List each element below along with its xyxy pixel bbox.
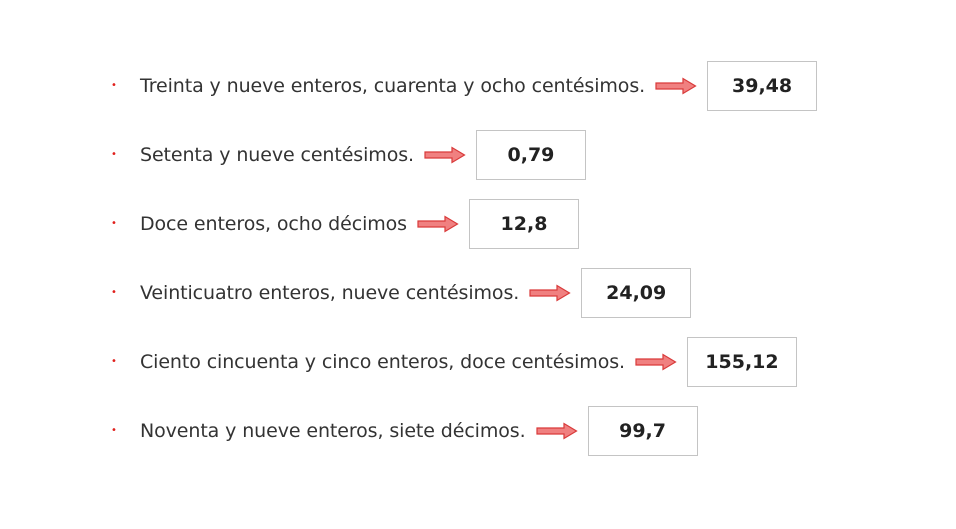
list-item: • Treinta y nueve enteros, cuarenta y oc…: [110, 61, 818, 111]
bullet-icon: •: [111, 80, 117, 91]
bullet-icon: •: [111, 149, 117, 160]
bullet-icon: •: [111, 287, 117, 298]
phrase-text: Noventa y nueve enteros, siete décimos.: [140, 420, 526, 442]
list-item: • Doce enteros, ocho décimos 12,8: [110, 199, 817, 249]
answer-box: 99,7: [587, 406, 698, 456]
bullet-icon: •: [111, 356, 117, 367]
phrase-text: Ciento cincuenta y cinco enteros, doce c…: [140, 351, 625, 373]
list-item: • Ciento cincuenta y cinco enteros, doce…: [110, 337, 817, 387]
right-arrow-icon: [655, 77, 697, 95]
right-arrow-icon: [635, 353, 677, 371]
bullet-icon: •: [111, 425, 117, 436]
phrase-text: Veinticuatro enteros, nueve centésimos.: [140, 282, 520, 304]
answer-box: 24,09: [581, 268, 692, 318]
right-arrow-icon: [529, 284, 571, 302]
exercise-list: • Treinta y nueve enteros, cuarenta y oc…: [110, 61, 818, 475]
phrase-text: Setenta y nueve centésimos.: [140, 144, 414, 166]
answer-box: 12,8: [468, 199, 579, 249]
list-item: • Noventa y nueve enteros, siete décimos…: [110, 406, 817, 456]
answer-box: 0,79: [475, 130, 586, 180]
right-arrow-icon: [424, 146, 466, 164]
list-item: • Veinticuatro enteros, nueve centésimos…: [110, 268, 817, 318]
right-arrow-icon: [417, 215, 459, 233]
answer-box: 155,12: [686, 337, 797, 387]
phrase-text: Doce enteros, ocho décimos: [140, 213, 407, 235]
right-arrow-icon: [535, 422, 578, 440]
phrase-text: Treinta y nueve enteros, cuarenta y ocho…: [140, 75, 646, 97]
list-item: • Setenta y nueve centésimos. 0,79: [110, 130, 817, 180]
answer-box: 39,48: [707, 61, 818, 111]
bullet-icon: •: [111, 218, 117, 229]
